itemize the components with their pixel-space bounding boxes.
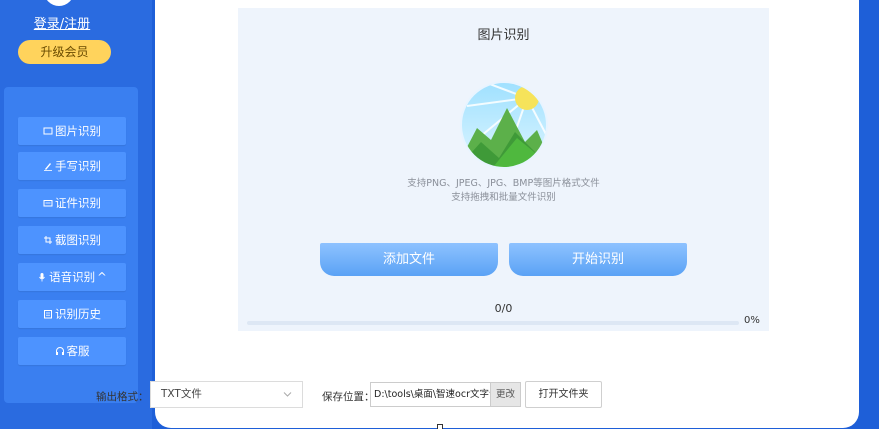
sidebar-item-badge: ^	[97, 270, 107, 284]
sidebar-item-label: 语音识别	[49, 270, 96, 284]
save-path-field[interactable]: D:\tools\桌面\智速ocr文字识别	[370, 382, 490, 407]
landscape-image-icon	[460, 81, 548, 169]
main-panel: 图片识别 支持PNG、JPEG、JPG、BMP等图片格式文件 支持拖拽和批量文件…	[155, 0, 859, 428]
sidebar-item-label: 手写识别	[55, 159, 101, 173]
sidebar-item-history[interactable]: 识别历史	[18, 300, 126, 328]
change-path-button[interactable]: 更改	[490, 382, 521, 407]
sidebar-item-label: 截图识别	[55, 233, 101, 247]
menu-panel: 图片识别 手写识别 证件识别 截图识别 语音识别 ^ 识别历史 客服	[4, 87, 138, 403]
sidebar: 登录/注册 升级会员 图片识别 手写识别 证件识别 截图识别 语音识别 ^ 识别…	[0, 0, 152, 429]
sidebar-item-label: 识别历史	[55, 307, 101, 321]
file-count: 0/0	[494, 302, 513, 315]
sidebar-item-customer-service[interactable]: 客服	[18, 337, 126, 365]
batch-hint: 支持拖拽和批量文件识别	[451, 192, 556, 203]
image-icon	[43, 127, 53, 135]
format-hint: 支持PNG、JPEG、JPG、BMP等图片格式文件	[407, 178, 600, 189]
sidebar-item-label: 客服	[66, 344, 90, 358]
sidebar-item-screenshot[interactable]: 截图识别	[18, 226, 126, 254]
login-link[interactable]: 登录/注册	[0, 13, 124, 32]
avatar[interactable]	[44, 0, 74, 6]
pen-icon	[44, 163, 52, 171]
open-folder-button[interactable]: 打开文件夹	[525, 381, 602, 408]
sidebar-item-handwriting[interactable]: 手写识别	[18, 152, 126, 180]
output-format-value: TXT文件	[161, 388, 202, 400]
save-location-label: 保存位置：	[322, 391, 375, 403]
sidebar-item-label: 图片识别	[55, 124, 101, 138]
output-format-select[interactable]: TXT文件	[150, 381, 303, 408]
id-card-icon	[43, 200, 53, 207]
sidebar-item-image-recognition[interactable]: 图片识别	[18, 117, 126, 145]
history-icon	[44, 310, 52, 319]
output-format-label: 输出格式：	[96, 391, 149, 403]
add-file-button[interactable]: 添加文件	[320, 243, 498, 276]
page-title: 图片识别	[477, 28, 530, 43]
upgrade-vip-button[interactable]: 升级会员	[18, 40, 111, 64]
crop-icon	[44, 236, 52, 244]
start-recognition-button[interactable]: 开始识别	[509, 243, 687, 276]
progress-bar	[247, 321, 739, 325]
sidebar-item-id-card[interactable]: 证件识别	[18, 189, 126, 217]
sidebar-item-voice[interactable]: 语音识别 ^	[18, 263, 126, 291]
chevron-down-icon	[283, 392, 292, 397]
drop-zone[interactable]: 图片识别 支持PNG、JPEG、JPG、BMP等图片格式文件 支持拖拽和批量文件…	[238, 8, 769, 331]
microphone-icon	[39, 273, 46, 282]
progress-percent: 0%	[744, 315, 760, 326]
resize-cursor	[437, 424, 443, 429]
headset-icon	[55, 347, 64, 355]
sidebar-item-label: 证件识别	[55, 196, 101, 210]
